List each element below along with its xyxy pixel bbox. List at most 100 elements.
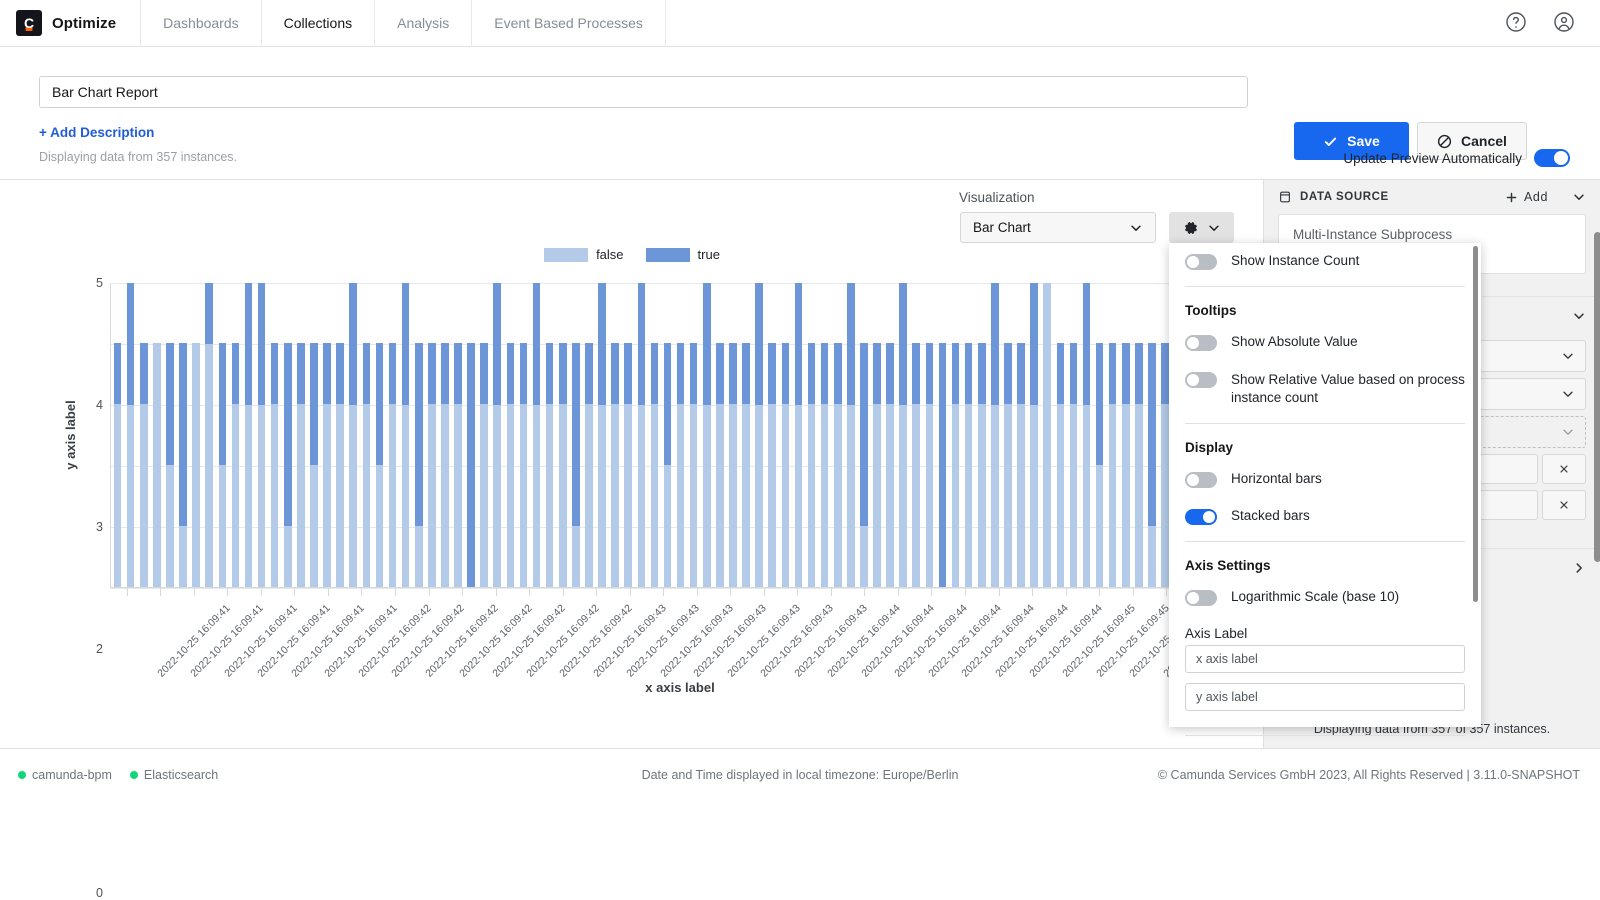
bar-segment-false[interactable] — [310, 465, 318, 587]
bar-slot[interactable] — [923, 283, 936, 587]
bar-segment-false[interactable] — [244, 404, 253, 587]
bar-slot[interactable] — [910, 283, 923, 587]
bar-segment-false[interactable] — [847, 404, 855, 587]
bar-segment-true[interactable] — [977, 343, 986, 404]
bar-segment-true[interactable] — [794, 283, 803, 405]
bar-slot[interactable] — [137, 283, 150, 587]
bar-slot[interactable] — [897, 283, 910, 587]
bar-segment-true[interactable] — [572, 343, 580, 526]
remove-filter-1-button[interactable] — [1542, 454, 1586, 484]
bar-segment-false[interactable] — [166, 465, 174, 587]
bar-segment-false[interactable] — [598, 404, 606, 587]
stacked-bar[interactable] — [323, 283, 331, 587]
bar-segment-true[interactable] — [964, 343, 973, 404]
bar-segment-true[interactable] — [860, 343, 868, 526]
bar-segment-true[interactable] — [310, 343, 318, 465]
bar-segment-true[interactable] — [113, 343, 122, 404]
bar-segment-false[interactable] — [925, 404, 934, 587]
bar-slot[interactable] — [543, 283, 556, 587]
bar-segment-true[interactable] — [270, 343, 279, 404]
update-preview-toggle[interactable] — [1534, 149, 1570, 167]
bar-slot[interactable] — [635, 283, 648, 587]
stacked-bar[interactable] — [532, 283, 541, 587]
bar-slot[interactable] — [831, 283, 844, 587]
bar-slot[interactable] — [504, 283, 517, 587]
stacked-bar[interactable] — [1004, 283, 1012, 587]
bar-segment-true[interactable] — [480, 343, 488, 404]
stacked-bar[interactable] — [729, 283, 737, 587]
bar-segment-true[interactable] — [323, 343, 331, 404]
bar-segment-false[interactable] — [349, 404, 358, 587]
bar-segment-false[interactable] — [991, 404, 999, 587]
bar-segment-false[interactable] — [977, 404, 986, 587]
bar-slot[interactable] — [321, 283, 334, 587]
bar-segment-true[interactable] — [938, 343, 947, 587]
bar-segment-false[interactable] — [860, 526, 868, 587]
bar-segment-false[interactable] — [624, 404, 632, 587]
stacked-bar[interactable] — [270, 283, 279, 587]
bar-slot[interactable] — [176, 283, 189, 587]
bar-slot[interactable] — [805, 283, 818, 587]
report-title-input[interactable] — [39, 76, 1248, 108]
bar-slot[interactable] — [700, 283, 713, 587]
bar-segment-false[interactable] — [558, 404, 567, 587]
stacked-bar[interactable] — [336, 283, 344, 587]
logarithmic-scale-toggle[interactable] — [1185, 590, 1217, 607]
bar-segment-true[interactable] — [506, 343, 515, 404]
bar-segment-true[interactable] — [1121, 343, 1130, 404]
bar-slot[interactable] — [281, 283, 294, 587]
bar-segment-false[interactable] — [519, 404, 528, 587]
stacked-bar[interactable] — [454, 283, 462, 587]
bar-segment-false[interactable] — [807, 404, 816, 587]
bar-segment-true[interactable] — [912, 343, 921, 404]
visualization-select[interactable]: Bar Chart — [960, 212, 1156, 243]
bar-slot[interactable] — [1001, 283, 1014, 587]
bar-segment-false[interactable] — [637, 404, 646, 587]
bar-segment-false[interactable] — [742, 404, 750, 587]
bar-segment-true[interactable] — [663, 343, 672, 465]
bar-slot[interactable] — [1106, 283, 1119, 587]
bar-segment-true[interactable] — [545, 343, 554, 404]
bar-slot[interactable] — [779, 283, 792, 587]
horizontal-bars-toggle[interactable] — [1185, 472, 1217, 489]
legend-item-true[interactable]: true — [645, 247, 720, 262]
bar-slot[interactable] — [242, 283, 255, 587]
bar-segment-false[interactable] — [257, 404, 266, 587]
stacked-bar[interactable] — [781, 283, 790, 587]
bar-segment-false[interactable] — [1056, 404, 1065, 587]
bar-segment-false[interactable] — [441, 404, 449, 587]
bar-segment-true[interactable] — [702, 283, 711, 405]
bar-slot[interactable] — [478, 283, 491, 587]
bar-slot[interactable] — [753, 283, 766, 587]
x-axis-label-input[interactable] — [1185, 645, 1465, 674]
stacked-bar[interactable] — [572, 283, 580, 587]
remove-filter-2-button[interactable] — [1542, 490, 1586, 520]
stacked-bar[interactable] — [624, 283, 632, 587]
bar-segment-true[interactable] — [1161, 343, 1169, 404]
chart-settings-button[interactable] — [1169, 212, 1234, 243]
bar-segment-true[interactable] — [755, 283, 763, 405]
config-panel-scrollbar[interactable] — [1594, 232, 1600, 562]
bar-segment-true[interactable] — [283, 343, 292, 526]
bar-segment-false[interactable] — [323, 404, 331, 587]
stacked-bar[interactable] — [689, 283, 698, 587]
add-data-source-button[interactable]: Add — [1505, 190, 1548, 204]
bar-segment-true[interactable] — [847, 283, 855, 405]
stacked-bars-row[interactable]: Stacked bars — [1185, 498, 1465, 535]
bar-segment-true[interactable] — [585, 343, 593, 404]
stacked-bar[interactable] — [1043, 283, 1051, 587]
stacked-bar[interactable] — [1161, 283, 1169, 587]
bar-segment-false[interactable] — [873, 404, 881, 587]
bar-slot[interactable] — [687, 283, 700, 587]
bar-slot[interactable] — [818, 283, 831, 587]
bar-slot[interactable] — [517, 283, 530, 587]
bar-segment-false[interactable] — [532, 404, 541, 587]
bar-slot[interactable] — [582, 283, 595, 587]
user-avatar-icon[interactable] — [1552, 10, 1578, 36]
bar-segment-false[interactable] — [912, 404, 921, 587]
show-relative-value-row[interactable]: Show Relative Value based on process ins… — [1185, 361, 1465, 417]
stacked-bar[interactable] — [860, 283, 868, 587]
bar-segment-false[interactable] — [192, 343, 200, 587]
stacked-bar[interactable] — [611, 283, 619, 587]
bar-segment-false[interactable] — [283, 526, 292, 587]
